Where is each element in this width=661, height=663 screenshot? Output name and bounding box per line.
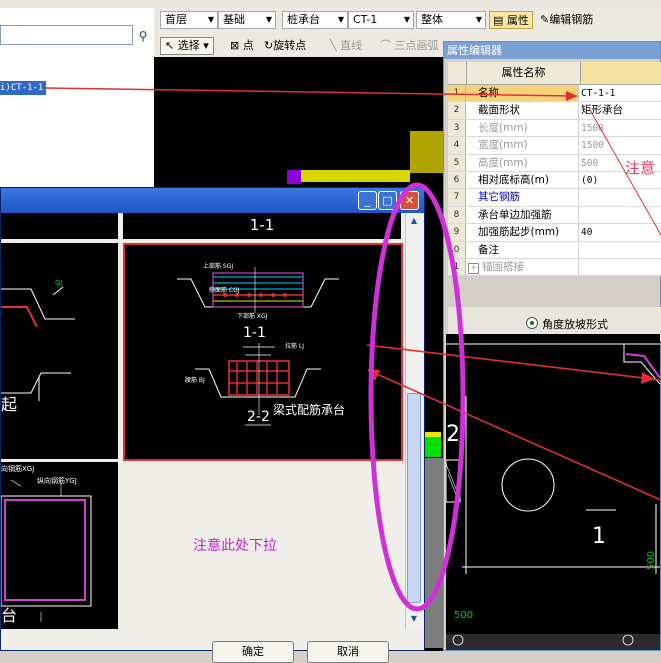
annotation-overlay [45, 87, 661, 612]
highlight-ellipse [368, 182, 466, 612]
